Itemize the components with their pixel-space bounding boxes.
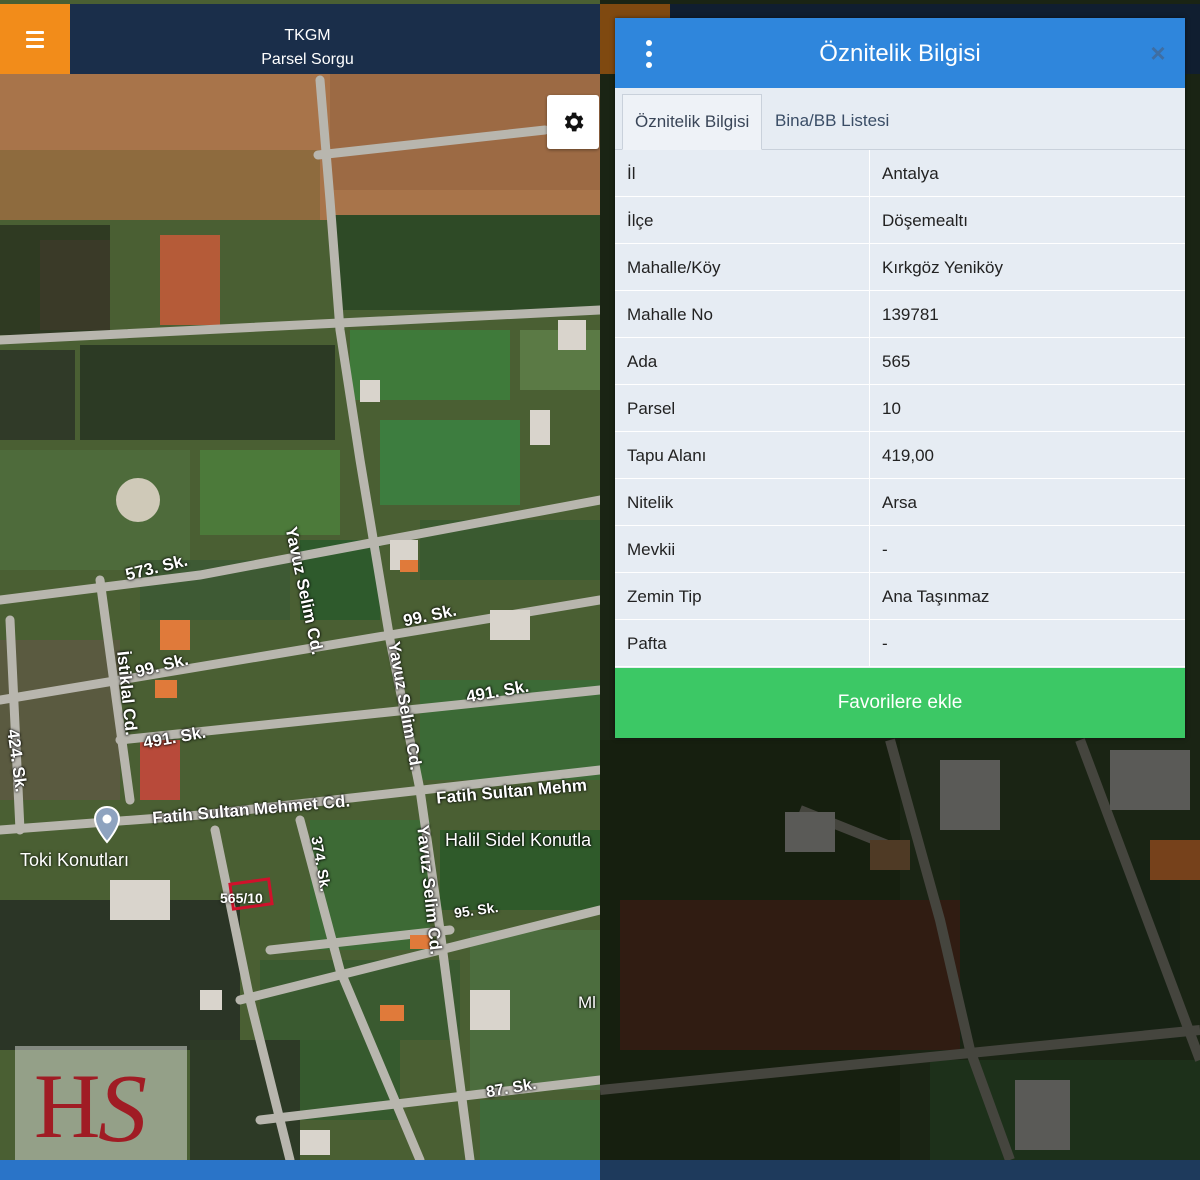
row-value: Döşemealtı — [882, 211, 968, 230]
row-key: İl — [627, 164, 636, 183]
tab-attributes[interactable]: Öznitelik Bilgisi — [622, 94, 763, 150]
hs-logo: H S — [15, 1046, 187, 1162]
location-pin-icon[interactable] — [93, 806, 121, 844]
street-label: Ml — [578, 993, 596, 1012]
settings-button[interactable] — [547, 95, 599, 149]
row-key: Zemin Tip — [627, 587, 702, 606]
row-key: Mevkii — [627, 540, 676, 559]
table-row: Pafta - — [615, 620, 1185, 667]
screenshot-stage: TKGM Parsel Sorgu 573. Sk. Yavuz Selim C… — [0, 0, 1200, 1180]
place-label: Halil Sidel Konutla — [445, 830, 592, 850]
close-icon[interactable]: × — [1145, 40, 1171, 66]
place-label-toki: Toki Konutları — [20, 850, 130, 870]
app-topbar: TKGM Parsel Sorgu — [0, 4, 600, 74]
row-key: Nitelik — [627, 493, 674, 512]
row-key: Tapu Alanı — [627, 446, 707, 465]
menu-icon — [26, 37, 44, 41]
parcel-label: 565/10 — [220, 890, 263, 906]
row-value: 139781 — [882, 305, 939, 324]
row-key: İlçe — [627, 211, 654, 230]
row-key: Mahalle/Köy — [627, 258, 721, 277]
table-row: İlçe Döşemealtı — [615, 197, 1185, 244]
app-subtitle: Parsel Sorgu — [261, 51, 354, 68]
attribute-dialog: Öznitelik Bilgisi × Öznitelik Bilgisi Bi… — [615, 18, 1185, 738]
dialog-tabs: Öznitelik Bilgisi Bina/BB Listesi — [615, 88, 1185, 150]
table-row: Zemin Tip Ana Taşınmaz — [615, 573, 1185, 620]
row-value: Antalya — [882, 164, 939, 183]
app-title: TKGM — [284, 27, 331, 44]
table-row: Tapu Alanı 419,00 — [615, 432, 1185, 479]
table-row: Nitelik Arsa — [615, 479, 1185, 526]
tab-building-list[interactable]: Bina/BB Listesi — [763, 94, 901, 150]
menu-icon — [26, 30, 44, 34]
add-to-favorites-button[interactable]: Favorilere ekle — [615, 668, 1185, 738]
app-title-block: TKGM Parsel Sorgu — [70, 4, 545, 74]
row-key: Mahalle No — [627, 305, 713, 324]
table-row: İl Antalya — [615, 150, 1185, 197]
row-value: - — [882, 634, 888, 653]
table-row: Ada 565 — [615, 338, 1185, 385]
svg-text:S: S — [98, 1059, 147, 1149]
svg-text:H: H — [34, 1059, 100, 1149]
dialog-header: Öznitelik Bilgisi × — [615, 18, 1185, 88]
map-pane-right[interactable]: Öznitelik Bilgisi × Öznitelik Bilgisi Bi… — [600, 0, 1200, 1180]
menu-button[interactable] — [0, 4, 70, 74]
table-row: Mevkii - — [615, 526, 1185, 573]
table-row: Parsel 10 — [615, 385, 1185, 432]
row-value: 565 — [882, 352, 911, 371]
table-row: Mahalle No 139781 — [615, 291, 1185, 338]
menu-icon — [26, 44, 44, 48]
attribute-table: İl Antalya İlçe Döşemealtı Mahalle/Köy Kırk… — [615, 150, 1185, 667]
table-row: Mahalle/Köy Kırkgöz Yeniköy — [615, 244, 1185, 291]
row-value: Arsa — [882, 493, 917, 512]
row-value: - — [882, 540, 888, 559]
dialog-title: Öznitelik Bilgisi — [819, 40, 981, 67]
bottom-bar — [0, 1160, 1200, 1180]
row-value: Ana Taşınmaz — [882, 587, 990, 606]
bottom-bar-left — [0, 1160, 600, 1180]
gear-icon — [564, 112, 584, 132]
row-key: Ada — [627, 352, 658, 371]
row-value: 419,00 — [882, 446, 934, 465]
row-value: 10 — [882, 399, 901, 418]
row-key: Parsel — [627, 399, 676, 418]
hs-logo-mark: H S — [34, 1059, 147, 1149]
map-pane-left[interactable]: TKGM Parsel Sorgu 573. Sk. Yavuz Selim C… — [0, 0, 600, 1180]
row-key: Pafta — [627, 634, 667, 653]
row-value: Kırkgöz Yeniköy — [882, 258, 1003, 277]
